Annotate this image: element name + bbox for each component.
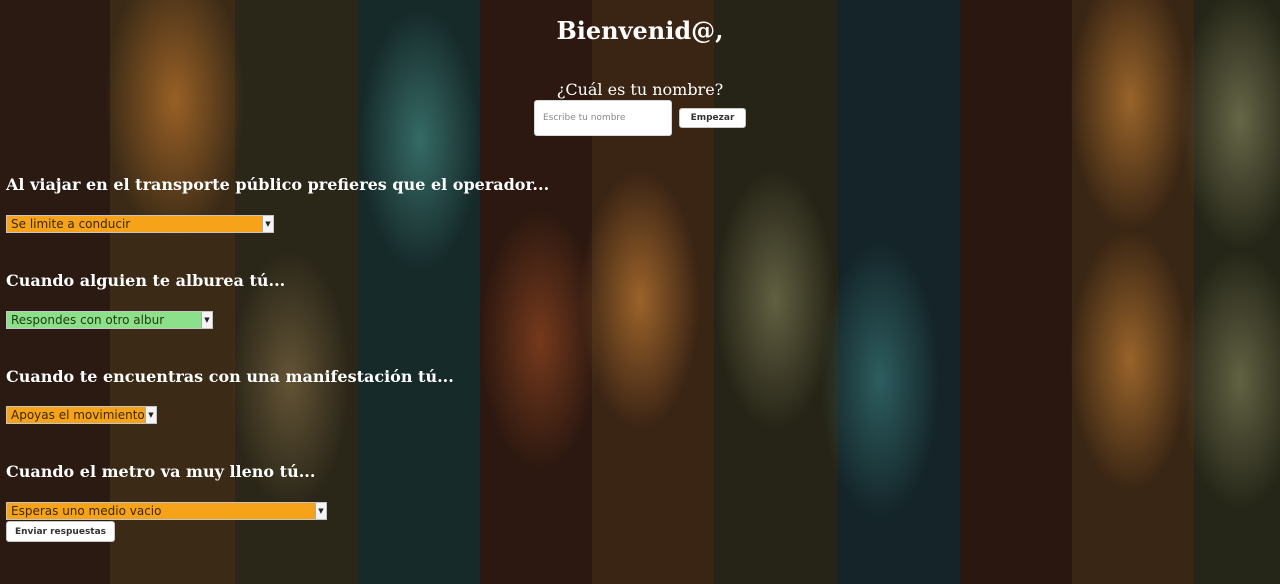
question-metro: Cuando el metro va muy lleno tú... <box>6 462 316 481</box>
submit-button[interactable]: Enviar respuestas <box>6 521 115 542</box>
question-albur: Cuando alguien te alburea tú... <box>6 271 286 290</box>
select-albur[interactable]: Respondes con otro albur ▼ <box>6 311 213 329</box>
start-button[interactable]: Empezar <box>679 108 746 128</box>
name-input[interactable] <box>534 100 672 136</box>
chevron-down-icon: ▼ <box>262 216 273 232</box>
select-albur-value: Respondes con otro albur <box>11 313 165 327</box>
select-manifestacion[interactable]: Apoyas el movimiento ▼ <box>6 406 157 424</box>
select-manifestacion-value: Apoyas el movimiento <box>11 408 145 422</box>
page-title: Bienvenid@, <box>556 16 724 45</box>
chevron-down-icon: ▼ <box>315 503 326 519</box>
question-operator: Al viajar en el transporte público prefi… <box>6 175 550 194</box>
chevron-down-icon: ▼ <box>145 407 156 423</box>
select-operator[interactable]: Se limite a conducir ▼ <box>6 215 274 233</box>
question-manifestacion: Cuando te encuentras con una manifestaci… <box>6 367 454 386</box>
select-operator-value: Se limite a conducir <box>11 217 131 231</box>
select-metro[interactable]: Esperas uno medio vacio ▼ <box>6 502 327 520</box>
select-metro-value: Esperas uno medio vacio <box>11 504 162 518</box>
chevron-down-icon: ▼ <box>201 312 212 328</box>
name-question: ¿Cuál es tu nombre? <box>556 80 724 99</box>
